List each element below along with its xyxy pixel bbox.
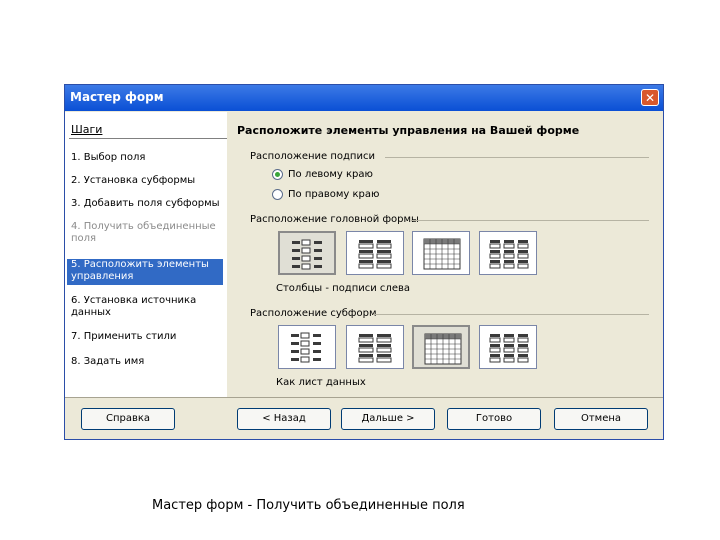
help-button[interactable]: Справка [81, 408, 175, 430]
blocks-top-labels-icon [489, 240, 529, 269]
step-5[interactable]: 5. Расположить элементы управления [67, 259, 223, 285]
columnar-top-labels-icon [358, 240, 392, 269]
title-bar[interactable]: Мастер форм ✕ [65, 85, 663, 111]
data-sheet-icon [423, 238, 461, 270]
radio-left-align[interactable] [272, 169, 283, 180]
form-wizard-dialog: Мастер форм ✕ Шаги 1. Выбор поля 2. Уста… [64, 84, 664, 440]
next-button[interactable]: Дальше > [341, 408, 435, 430]
step-7[interactable]: 7. Применить стили [71, 331, 221, 343]
subform-layout-group: Расположение субформ [250, 308, 377, 319]
blocks-top-labels-icon [489, 334, 529, 363]
main-layout-caption: Столбцы - подписи слева [276, 283, 410, 294]
step-3[interactable]: 3. Добавить поля субформы [71, 198, 221, 210]
columnar-left-labels-icon [292, 239, 322, 270]
cancel-button[interactable]: Отмена [554, 408, 648, 430]
data-sheet-icon [424, 333, 462, 365]
step-2[interactable]: 2. Установка субформы [71, 175, 221, 187]
step-8[interactable]: 8. Задать имя [71, 356, 221, 368]
step-6[interactable]: 6. Установка источника данных [71, 295, 221, 319]
main-layout-columnar-left[interactable] [278, 231, 336, 275]
sub-layout-columnar-left[interactable] [278, 325, 336, 369]
main-form-layout-group: Расположение головной формы [250, 214, 419, 225]
steps-panel: Шаги 1. Выбор поля 2. Установка субформы… [65, 112, 227, 397]
group-divider [385, 157, 649, 158]
page-caption: Мастер форм - Получить объединенные поля [152, 498, 465, 513]
group-divider [373, 314, 649, 315]
sub-layout-blocks[interactable] [479, 325, 537, 369]
radio-left-align-label[interactable]: По левому краю [288, 169, 373, 180]
window-title: Мастер форм [70, 90, 164, 104]
group-divider [411, 220, 649, 221]
subform-layout-caption: Как лист данных [276, 377, 366, 388]
sub-layout-data-sheet[interactable] [412, 325, 470, 369]
page-title: Расположите элементы управления на Вашей… [237, 124, 580, 137]
radio-right-align[interactable] [272, 189, 283, 200]
main-layout-blocks[interactable] [479, 231, 537, 275]
sub-layout-columnar-top[interactable] [346, 325, 404, 369]
close-icon[interactable]: ✕ [641, 89, 659, 106]
columnar-top-labels-icon [358, 334, 392, 363]
label-placement-group: Расположение подписи [250, 151, 375, 162]
main-layout-columnar-top[interactable] [346, 231, 404, 275]
button-bar-divider [65, 397, 663, 398]
steps-divider [69, 138, 227, 139]
radio-right-align-label[interactable]: По правому краю [288, 189, 379, 200]
back-button[interactable]: < Назад [237, 408, 331, 430]
step-4: 4. Получить объединенные поля [71, 221, 216, 244]
step-1[interactable]: 1. Выбор поля [71, 152, 221, 164]
steps-title: Шаги [71, 123, 103, 136]
finish-button[interactable]: Готово [447, 408, 541, 430]
columnar-left-labels-icon [291, 332, 321, 363]
main-layout-data-sheet[interactable] [412, 231, 470, 275]
